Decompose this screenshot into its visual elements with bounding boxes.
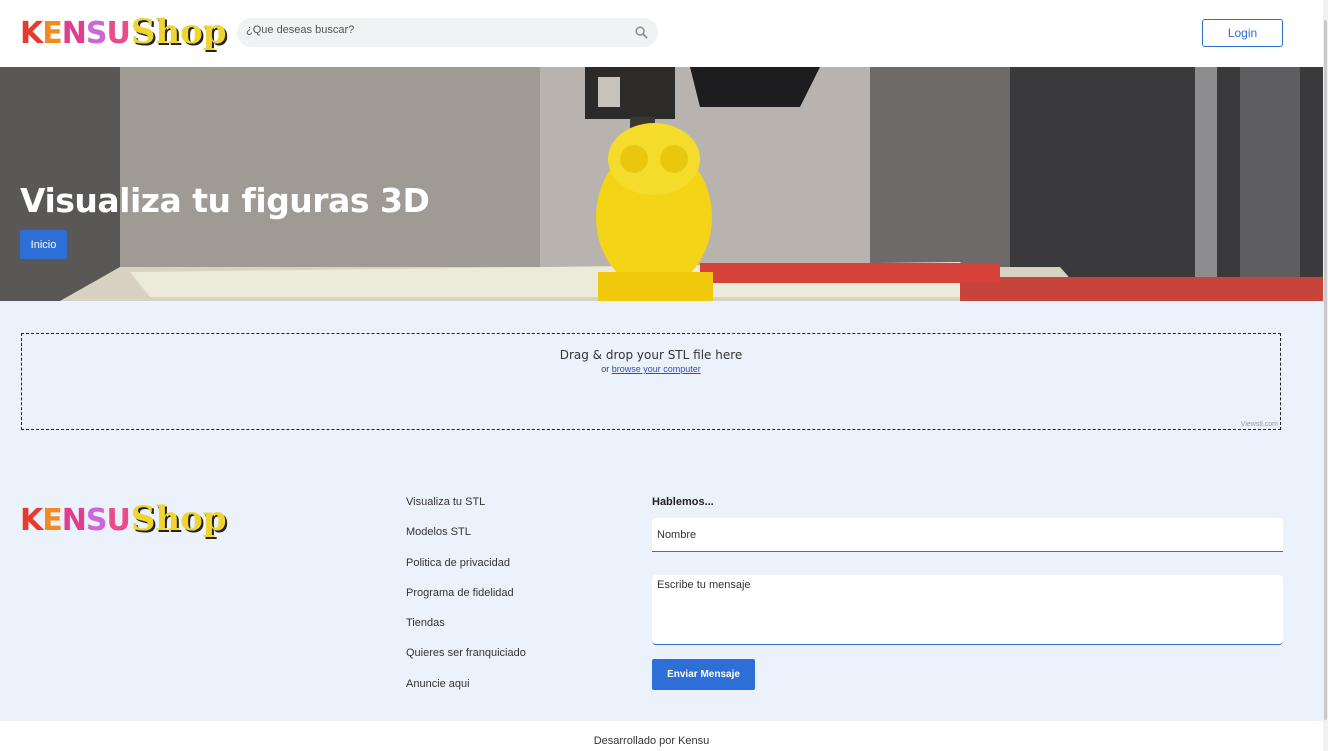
footer-link-anuncie[interactable]: Anuncie aqui (406, 678, 526, 708)
message-field[interactable] (652, 575, 1283, 645)
search-icon[interactable] (635, 26, 648, 39)
name-field[interactable] (652, 518, 1283, 552)
logo-shop-text: Shop (130, 12, 227, 52)
kensushop-logo[interactable]: K E N S U Shop (20, 15, 227, 49)
footer-logo[interactable]: K E N S U Shop (20, 502, 227, 536)
footer-link-modelos-stl[interactable]: Modelos STL (406, 526, 526, 556)
top-header: K E N S U Shop Login (0, 0, 1323, 67)
footer-link-fidelidad[interactable]: Programa de fidelidad (406, 587, 526, 617)
logo-letter-n: N (61, 16, 87, 51)
contact-form-title: Hablemos... (652, 496, 714, 508)
footer-logo-shop-text: Shop (130, 499, 227, 539)
footer-logo-letter-e: E (42, 503, 62, 538)
login-button[interactable]: Login (1202, 19, 1283, 47)
logo-letter-e: E (42, 16, 62, 51)
footer-link-tiendas[interactable]: Tiendas (406, 617, 526, 647)
dropzone-instruction: Drag & drop your STL file here (559, 348, 743, 362)
footer-links: Visualiza tu STL Modelos STL Politica de… (406, 496, 526, 708)
search-bar (237, 18, 658, 47)
footer-logo-letter-n: N (61, 503, 87, 538)
logo-letter-k: K (20, 16, 43, 51)
stl-dropzone[interactable]: Drag & drop your STL file here or browse… (21, 333, 1281, 430)
footer-link-franquiciado[interactable]: Quieres ser franquiciado (406, 647, 526, 677)
hero-title: Visualiza tu figuras 3D (20, 181, 430, 220)
footer-link-visualiza-stl[interactable]: Visualiza tu STL (406, 496, 526, 526)
footer-logo-letter-s: S (85, 503, 108, 538)
developer-credit: Desarrollado por Kensu (593, 735, 710, 747)
inicio-button[interactable]: Inicio (20, 230, 67, 259)
browse-computer-link[interactable]: browse your computer (612, 364, 701, 374)
search-input[interactable] (246, 24, 626, 36)
dropzone-or-text: or (601, 364, 610, 374)
send-message-button[interactable]: Enviar Mensaje (652, 659, 755, 690)
footer-logo-letter-k: K (20, 503, 43, 538)
scrollbar-thumb[interactable] (1324, 20, 1327, 720)
hero-banner: Visualiza tu figuras 3D Inicio (0, 67, 1323, 301)
dropzone-subtext: or browse your computer (22, 364, 1280, 374)
footer-logo-letter-u: U (106, 503, 130, 538)
page-scrollbar[interactable] (1323, 0, 1328, 751)
bottom-bar: Desarrollado por Kensu (0, 721, 1323, 751)
viewstl-brand: Viewstl.com (1240, 421, 1278, 428)
logo-letter-s: S (85, 16, 108, 51)
footer-link-privacidad[interactable]: Politica de privacidad (406, 557, 526, 587)
logo-letter-u: U (106, 16, 130, 51)
